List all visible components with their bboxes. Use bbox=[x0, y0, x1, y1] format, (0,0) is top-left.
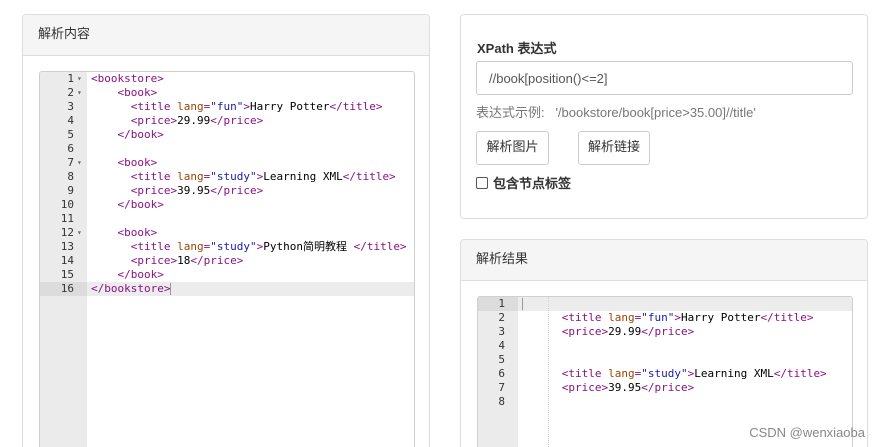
result-code-line: <price>29.99</price> bbox=[561, 325, 695, 338]
result-line-number: 3 bbox=[498, 325, 505, 338]
parse-images-button[interactable]: 解析图片 bbox=[476, 131, 549, 165]
result-line-number: 2 bbox=[498, 311, 505, 324]
fold-arrow-icon[interactable]: ▾ bbox=[77, 156, 82, 170]
xml-line-number: 6 bbox=[67, 142, 74, 155]
xml-line-number: 3 bbox=[67, 100, 74, 113]
line-number-gutter: 1 ▾ 2 ▾ 3 4 5 6 7 ▾ 8 9 10 11 12 ▾ 13 14 15 16 bbox=[40, 72, 87, 447]
xml-code-line: <title lang="study">Learning XML</title> bbox=[130, 170, 396, 183]
xml-code-area[interactable]: <bookstore> <book> <title lang="fun">Har… bbox=[87, 72, 414, 447]
result-code-line: <title lang="study">Learning XML</title> bbox=[561, 367, 827, 380]
xml-line-number: 4 bbox=[67, 114, 74, 127]
xml-code-line bbox=[87, 142, 414, 156]
xml-source-editor[interactable]: 1 ▾ 2 ▾ 3 4 5 6 7 ▾ 8 9 10 11 12 ▾ 13 14 15 16 <bookstore> … bbox=[39, 71, 415, 447]
result-line-number: 1 bbox=[478, 297, 518, 311]
include-node-tags-option[interactable]: 包含节点标签 bbox=[476, 173, 571, 192]
parse-links-button[interactable]: 解析链接 bbox=[578, 131, 650, 165]
xml-code-line: </book> bbox=[117, 128, 164, 141]
xml-line-number: 13 bbox=[60, 240, 74, 253]
fold-arrow-icon[interactable]: ▾ bbox=[77, 86, 82, 100]
xpath-label: XPath 表达式 bbox=[477, 41, 557, 56]
result-line-number: 6 bbox=[498, 367, 505, 380]
xml-line-number: 16 bbox=[40, 282, 87, 296]
result-code-line: <price>39.95</price> bbox=[561, 381, 695, 394]
xpath-panel: XPath 表达式 表达式示例: '/bookstore/book[price>… bbox=[460, 14, 868, 219]
result-line-number: 5 bbox=[498, 353, 505, 366]
include-node-tags-label: 包含节点标签 bbox=[493, 177, 572, 192]
xml-line-number: 2 ▾ bbox=[67, 86, 82, 100]
content-panel: 解析内容 1 ▾ 2 ▾ 3 4 5 6 7 ▾ 8 9 10 11 12 ▾ 13 14 15 16 <bookst… bbox=[22, 14, 430, 447]
xml-line-number: 15 bbox=[60, 268, 74, 281]
xml-code-line: <book> bbox=[117, 226, 158, 239]
result-code-line: <title lang="fun">Harry Potter</title> bbox=[561, 311, 814, 324]
xml-line-number: 1 ▾ bbox=[67, 72, 82, 86]
xml-line-number: 12 ▾ bbox=[60, 226, 82, 240]
xml-line-number: 10 bbox=[60, 198, 74, 211]
indent-guide bbox=[548, 297, 549, 447]
text-cursor bbox=[522, 298, 523, 310]
xml-code-line: <price>29.99</price> bbox=[130, 114, 264, 127]
result-panel: 解析结果 12345678 <title lang="fun">Harry Po… bbox=[460, 239, 868, 447]
xml-code-line: <price>39.95</price> bbox=[130, 184, 264, 197]
content-panel-heading: 解析内容 bbox=[23, 15, 429, 56]
xml-code-line: </book> bbox=[117, 198, 164, 211]
text-cursor bbox=[170, 283, 172, 295]
xml-code-line: <title lang="fun">Harry Potter</title> bbox=[130, 100, 383, 113]
xml-line-number: 8 bbox=[67, 170, 74, 183]
result-line-number: 4 bbox=[498, 339, 505, 352]
xml-line-number: 14 bbox=[60, 254, 74, 267]
xml-line-number: 9 bbox=[67, 184, 74, 197]
xml-code-line: <price>18</price> bbox=[130, 254, 244, 267]
result-line-number: 8 bbox=[498, 395, 505, 408]
result-code-line bbox=[518, 339, 852, 353]
xml-line-number: 11 bbox=[60, 212, 74, 225]
xml-code-line: <bookstore> bbox=[91, 72, 164, 85]
result-code-line bbox=[518, 353, 852, 367]
xml-code-line: <book> bbox=[117, 86, 158, 99]
xml-code-line bbox=[87, 212, 414, 226]
result-code-line bbox=[518, 297, 852, 311]
xml-code-line: <title lang="study">Python简明教程 </title> bbox=[130, 240, 407, 253]
xml-code-line: </bookstore> bbox=[87, 282, 414, 296]
xpath-example-text: 表达式示例: '/bookstore/book[price>35.00]//ti… bbox=[476, 105, 756, 120]
xml-line-number: 7 ▾ bbox=[67, 156, 82, 170]
result-code-line bbox=[518, 395, 852, 409]
xpath-input[interactable] bbox=[476, 61, 853, 95]
result-line-number-gutter: 12345678 bbox=[478, 297, 518, 447]
result-line-number: 7 bbox=[498, 381, 505, 394]
include-node-tags-checkbox[interactable] bbox=[476, 176, 488, 189]
fold-arrow-icon[interactable]: ▾ bbox=[77, 72, 82, 86]
xml-line-number: 5 bbox=[67, 128, 74, 141]
xml-code-line: <book> bbox=[117, 156, 158, 169]
watermark: CSDN @wenxiaoba bbox=[749, 425, 865, 440]
fold-arrow-icon[interactable]: ▾ bbox=[77, 226, 82, 240]
result-panel-heading: 解析结果 bbox=[461, 240, 867, 281]
xml-code-line: </book> bbox=[117, 268, 164, 281]
